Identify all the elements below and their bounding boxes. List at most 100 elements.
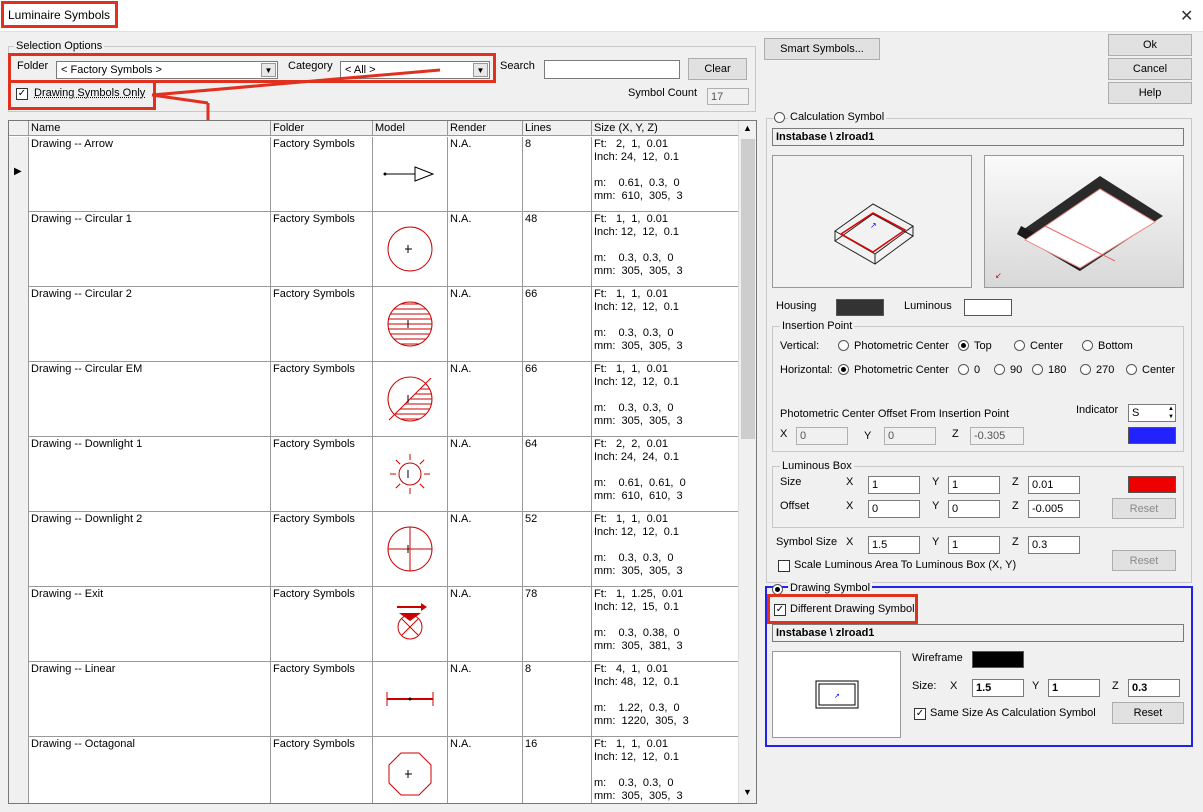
horizontal-180-radio[interactable] [1032,364,1043,375]
table-scrollbar[interactable]: ▲ ▼ [738,121,756,803]
table-row[interactable]: ▶ Drawing -- Arrow Factory Symbols N.A. 8 Ft:… [9,137,739,212]
luminous-box-label: Luminous Box [780,460,854,472]
horizontal-center-radio[interactable] [1126,364,1137,375]
horizontal-180-label: 180 [1048,364,1067,376]
header-model[interactable]: Model [373,121,448,136]
cell-size: Ft: 2, 2, 0.01 Inch: 24, 24, 0.1 m: 0.61… [594,438,686,502]
indicator-spinner[interactable]: S ▲ ▼ [1128,404,1176,422]
symbols-table: Name Folder Model Render Lines Size (X, … [8,120,757,804]
vertical-photometric-radio[interactable] [838,340,849,351]
scroll-up-icon[interactable]: ▲ [743,123,752,133]
cell-lines: 66 [523,362,592,437]
vertical-center-radio[interactable] [1014,340,1025,351]
header-render[interactable]: Render [448,121,523,136]
sym-z-field[interactable]: 0.3 [1028,536,1080,554]
table-row[interactable]: Drawing -- Exit Factory Symbols N.A. 78 Ft: … [9,587,739,662]
vertical-bottom-radio[interactable] [1082,340,1093,351]
lum-reset-button[interactable]: Reset [1112,498,1176,519]
sym-x-field[interactable]: 1.5 [868,536,920,554]
octagon-symbol-icon [388,752,432,796]
symbol-size-reset-button[interactable]: Reset [1112,550,1176,571]
scale-luminous-checkbox[interactable] [778,560,790,572]
lum-offset-y-field[interactable]: 0 [948,500,1000,518]
horizontal-270-label: 270 [1096,364,1115,376]
drawing-y-field[interactable]: 1 [1048,679,1100,697]
table-row[interactable]: Drawing -- Linear Factory Symbols N.A. 8 Ft:… [9,662,739,737]
header-size[interactable]: Size (X, Y, Z) [592,121,739,136]
offset-y-field[interactable]: 0 [884,427,936,445]
table-row[interactable]: Drawing -- Circular EM Factory Symbols N.A… [9,362,739,437]
lum-size-z-field[interactable]: 0.01 [1028,476,1080,494]
vertical-top-radio[interactable] [958,340,969,351]
table-row[interactable]: Drawing -- Octagonal Factory Symbols N.A. 1… [9,737,739,803]
calc-wireframe-preview: ↗ [772,155,972,288]
same-size-checkbox[interactable]: ✓ [914,708,926,720]
sym-y-field[interactable]: 1 [948,536,1000,554]
cell-model [373,437,448,512]
cancel-button[interactable]: Cancel [1108,58,1192,80]
row-selector[interactable] [9,737,29,803]
horizontal-90-label: 90 [1010,364,1023,376]
lum-size-x-field[interactable]: 1 [868,476,920,494]
row-selector[interactable] [9,512,29,587]
different-drawing-checkbox[interactable]: ✓ [774,604,786,616]
table-row[interactable]: Drawing -- Downlight 2 Factory Symbols N.A… [9,512,739,587]
offset-z-field[interactable]: -0.305 [970,427,1024,445]
exit-sign-icon [397,603,427,640]
row-pointer-icon: ▶ [14,166,22,177]
table-row[interactable]: Drawing -- Circular 1 Factory Symbols N.A.… [9,212,739,287]
spinner-arrows-icon[interactable]: ▲ ▼ [1168,405,1174,421]
row-selector[interactable] [9,362,29,437]
scroll-thumb[interactable] [741,139,755,439]
calculation-symbol-label: Calculation Symbol [788,111,887,123]
header-folder[interactable]: Folder [271,121,373,136]
cell-model [373,362,448,437]
horizontal-0-radio[interactable] [958,364,969,375]
lum-size-y-field[interactable]: 1 [948,476,1000,494]
row-selector[interactable] [9,587,29,662]
indicator-label: Indicator [1076,404,1119,416]
cell-size: Ft: 1, 1, 0.01 Inch: 12, 12, 0.1 m: 0.3,… [594,288,683,352]
cell-name: Drawing -- Circular 2 [29,287,271,362]
luminous-box-color-swatch[interactable] [1128,476,1176,493]
wireframe-color-swatch[interactable] [972,651,1024,668]
row-selector[interactable] [9,287,29,362]
cell-render: N.A. [448,737,523,803]
horizontal-270-radio[interactable] [1080,364,1091,375]
housing-color-swatch[interactable] [836,299,884,316]
row-selector[interactable] [9,212,29,287]
row-selector[interactable]: ▶ [9,137,29,212]
calc-render-preview: ↙ [984,155,1184,288]
offset-x-field[interactable]: 0 [796,427,848,445]
drawing-z-field[interactable]: 0.3 [1128,679,1180,697]
help-button[interactable]: Help [1108,82,1192,104]
drawing-symbol-label: Drawing Symbol [788,582,873,594]
scroll-down-icon[interactable]: ▼ [743,787,752,797]
horizontal-photometric-radio[interactable] [838,364,849,375]
arrow-icon [383,166,435,182]
luminous-color-swatch[interactable] [964,299,1012,316]
vertical-label: Vertical: [780,340,820,352]
drawing-reset-button[interactable]: Reset [1112,702,1184,724]
drawing-symbol-radio[interactable] [772,584,783,595]
drawing-y-label: Y [1032,680,1040,692]
table-row[interactable]: Drawing -- Downlight 1 Factory Symbols N.A… [9,437,739,512]
horizontal-label: Horizontal: [780,364,833,376]
table-row[interactable]: Drawing -- Circular 2 Factory Symbols N.A.… [9,287,739,362]
lum-offset-x-field[interactable]: 0 [868,500,920,518]
lum-offset-z-field[interactable]: -0.005 [1028,500,1080,518]
close-icon[interactable]: ✕ [1180,6,1193,26]
header-name[interactable]: Name [29,121,271,136]
cell-name: Drawing -- Linear [29,662,271,737]
indicator-color-swatch[interactable] [1128,427,1176,444]
row-selector[interactable] [9,437,29,512]
smart-symbols-button[interactable]: Smart Symbols... [764,38,880,60]
ok-button[interactable]: Ok [1108,34,1192,56]
row-selector[interactable] [9,662,29,737]
downlight-sun-icon [390,454,430,494]
calculation-symbol-radio[interactable] [774,112,785,123]
cell-name: Drawing -- Arrow [29,137,271,212]
horizontal-90-radio[interactable] [994,364,1005,375]
header-lines[interactable]: Lines [523,121,592,136]
drawing-x-field[interactable]: 1.5 [972,679,1024,697]
